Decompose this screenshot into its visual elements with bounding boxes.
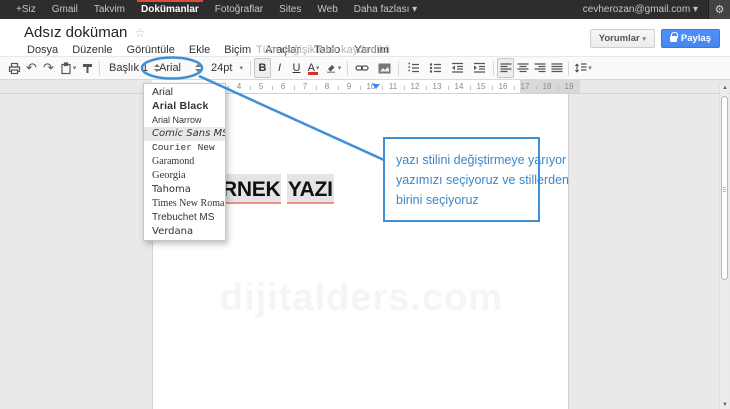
ruler-number: 14 [448,80,470,93]
comments-button[interactable]: Yorumlar ▾ [590,29,655,48]
right-indent-marker[interactable] [372,84,380,89]
bold-button[interactable]: B [254,58,271,78]
ruler-number: 16 [492,80,514,93]
topbar-link[interactable]: Sites [271,0,309,19]
ruler-number: 15 [470,80,492,93]
undo-icon[interactable]: ↶ [23,58,40,78]
annotation-line: yazımızı seçiyoruz ve stillerden [396,170,534,190]
bulleted-list-icon[interactable] [424,58,446,78]
align-center-icon[interactable] [514,58,531,78]
align-justify-icon[interactable] [548,58,565,78]
text-color-button[interactable]: A▾ [305,58,322,78]
chevron-down-icon: ▾ [588,64,592,72]
font-menu-item[interactable]: Comic Sans MS [144,127,225,141]
topbar-link[interactable]: Takvim [86,0,133,19]
topbar-link[interactable]: Daha fazlası ▾ [346,0,425,19]
menu-item[interactable]: Görüntüle [120,44,182,56]
chevron-down-icon: ▾ [239,64,243,72]
topbar-link[interactable]: +Siz [8,0,44,19]
google-topbar: +SizGmailTakvimDokümanlarFotoğraflarSite… [0,0,730,19]
ruler-number: 6 [272,80,294,93]
font-menu-item[interactable]: Arial Black [144,99,225,113]
insert-image-icon[interactable] [373,58,395,78]
menu-item[interactable]: Düzenle [65,44,119,56]
share-button[interactable]: Paylaş [661,29,720,48]
annotation-line: yazı stilini değiştirmeye yarıyor [396,150,534,170]
font-menu-item[interactable]: Verdana [144,225,225,239]
topbar-link[interactable]: Dokümanlar [133,0,207,19]
ruler-number: 7 [294,80,316,93]
highlight-color-button[interactable]: ▾ [322,58,344,78]
print-icon[interactable] [6,58,23,78]
web-clipboard-icon[interactable]: ▾ [57,58,79,78]
topbar-links: +SizGmailTakvimDokümanlarFotoğraflarSite… [0,0,425,19]
topbar-link[interactable]: Fotoğraflar [207,0,271,19]
font-menu-item[interactable]: Georgia [144,169,225,183]
underline-button[interactable]: U [288,58,305,78]
line-spacing-icon[interactable]: ▾ [572,58,594,78]
topbar-link[interactable]: Gmail [44,0,86,19]
styles-selector[interactable]: Başlık 1 [103,58,153,78]
gear-icon[interactable]: ⚙ [708,0,730,19]
menu-item[interactable]: Dosya [20,44,65,56]
decrease-indent-icon[interactable] [446,58,468,78]
ruler-number: 9 [338,80,360,93]
font-menu-item[interactable]: Trebuchet MS [144,211,225,225]
ruler-number: 8 [316,80,338,93]
font-menu-item[interactable]: Tahoma [144,183,225,197]
ruler-number: 17 [514,80,536,93]
font-menu-item[interactable]: Arial Narrow [144,113,225,127]
stepper-icon [195,64,201,72]
font-menu-item[interactable]: Garamond [144,155,225,169]
formatting-toolbar: ↶ ↷ ▾ Başlık 1 Arial 24pt ▾ B I U A▾ ▾ [0,56,730,80]
align-right-icon[interactable] [531,58,548,78]
scroll-down-icon[interactable]: ▼ [720,402,730,408]
font-menu-item[interactable]: Arial [144,85,225,99]
ruler-number: 18 [536,80,558,93]
ruler-number: 12 [404,80,426,93]
menu-item[interactable]: Ekle [182,44,217,56]
account-menu[interactable]: cevherozan@gmail.com ▾ [573,4,708,15]
paint-format-icon[interactable] [79,58,96,78]
ruler-number: 4 [228,80,250,93]
ruler-number: 5 [250,80,272,93]
annotation-callout: yazı stilini değiştirmeye yarıyor yazımı… [383,137,540,222]
font-selector[interactable]: Arial [153,58,205,78]
scroll-up-icon[interactable]: ▲ [720,85,730,91]
ruler-number: 19 [558,80,580,93]
font-size-selector[interactable]: 24pt ▾ [205,58,247,78]
ruler: 12345678910111213141516171819 [0,80,730,94]
vertical-scrollbar[interactable]: ▲ ▼ [719,84,729,409]
numbered-list-icon[interactable] [402,58,424,78]
scrollbar-thumb[interactable] [721,96,728,280]
ruler-number: 11 [382,80,404,93]
watermark: dijitalders.com [153,277,570,320]
scrollbar-grip [723,187,726,193]
font-menu-item[interactable]: Courier New [144,141,225,155]
ruler-number: 13 [426,80,448,93]
menu-item[interactable]: Biçim [217,44,258,56]
star-icon[interactable]: ☆ [134,26,145,40]
document-title[interactable]: Adsız doküman [24,24,127,41]
chevron-down-icon: ▾ [73,64,77,72]
font-dropdown-menu: ArialArial BlackArial NarrowComic Sans M… [143,83,226,241]
document-header: Adsız doküman ☆ DosyaDüzenleGörüntüleEkl… [0,19,730,56]
italic-button[interactable]: I [271,58,288,78]
font-menu-item[interactable]: Times New Roman [144,197,225,211]
annotation-line: birini seçiyoruz [396,190,534,210]
chevron-down-icon: ▾ [316,64,320,72]
align-left-icon[interactable] [497,58,514,78]
save-status: Tüm değişiklikler kaydedildi [256,44,390,56]
lock-icon [670,36,677,42]
chevron-down-icon: ▾ [642,36,646,43]
topbar-link[interactable]: Web [309,0,345,19]
insert-link-icon[interactable] [351,58,373,78]
increase-indent-icon[interactable] [468,58,490,78]
google-docs-window: +SizGmailTakvimDokümanlarFotoğraflarSite… [0,0,730,409]
document-area: ÖRNEK YAZI dijitalders.com [0,94,730,409]
redo-icon[interactable]: ↷ [40,58,57,78]
chevron-down-icon: ▾ [338,64,342,72]
